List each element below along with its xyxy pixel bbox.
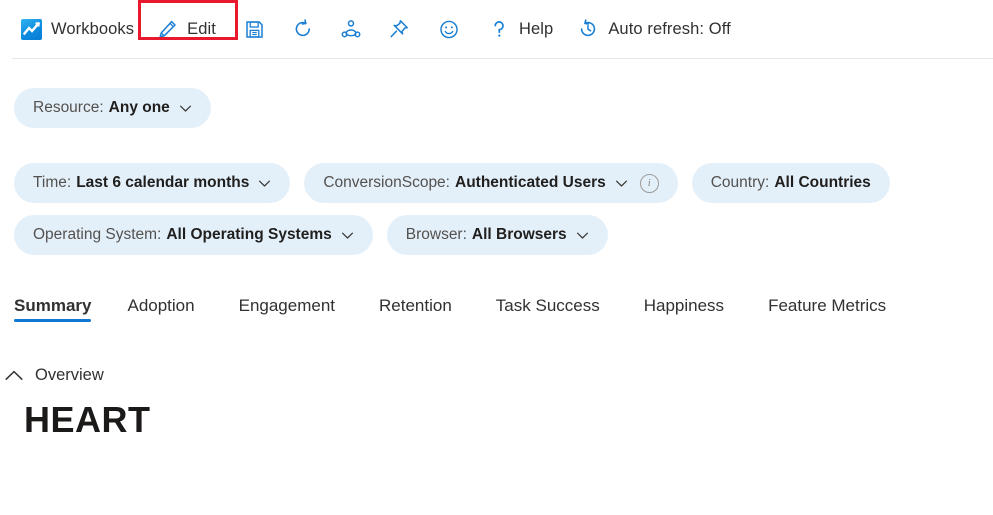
filter-row-3: Operating System: All Operating Systems … bbox=[14, 215, 993, 255]
edit-label: Edit bbox=[187, 20, 216, 39]
info-icon[interactable]: i bbox=[640, 174, 659, 193]
filter-row-2: Time: Last 6 calendar months ConversionS… bbox=[14, 163, 993, 203]
tab-task-success-label: Task Success bbox=[496, 296, 600, 315]
help-label: Help bbox=[519, 20, 553, 39]
filter-pill-country[interactable]: Country: All Countries bbox=[692, 163, 890, 203]
chevron-up-icon bbox=[4, 369, 24, 383]
pin-icon bbox=[388, 18, 410, 40]
filter-pill-country-label: Country: bbox=[711, 174, 770, 192]
save-button[interactable] bbox=[236, 12, 274, 46]
chevron-down-icon bbox=[576, 229, 589, 242]
filter-pill-operating-system-value: All Operating Systems bbox=[166, 226, 331, 244]
workbooks-logo-icon bbox=[20, 18, 42, 40]
tab-retention[interactable]: Retention bbox=[379, 296, 474, 329]
feedback-button[interactable] bbox=[430, 12, 468, 46]
auto-refresh-button[interactable]: Auto refresh: Off bbox=[569, 12, 738, 46]
filter-row-1: Resource: Any one bbox=[14, 88, 993, 128]
page-title: HEART bbox=[4, 399, 993, 441]
tab-summary[interactable]: Summary bbox=[14, 296, 91, 329]
edit-button[interactable]: Edit bbox=[148, 12, 224, 46]
filter-pill-operating-system[interactable]: Operating System: All Operating Systems bbox=[14, 215, 373, 255]
chevron-down-icon bbox=[258, 177, 271, 190]
filter-pill-time-label: Time: bbox=[33, 174, 71, 192]
overview-section-title: Overview bbox=[35, 366, 104, 385]
filter-pill-conversionscope-value: Authenticated Users bbox=[455, 174, 606, 192]
tab-adoption-label: Adoption bbox=[127, 296, 194, 315]
filter-pill-browser[interactable]: Browser: All Browsers bbox=[387, 215, 608, 255]
tab-retention-label: Retention bbox=[379, 296, 452, 315]
edit-button-wrapper: Edit bbox=[148, 12, 224, 46]
tab-feature-metrics[interactable]: Feature Metrics bbox=[768, 296, 908, 329]
tab-bar: Summary Adoption Engagement Retention Ta… bbox=[0, 296, 993, 329]
filter-pill-country-value: All Countries bbox=[774, 174, 870, 192]
pin-button[interactable] bbox=[380, 12, 418, 46]
share-button[interactable] bbox=[332, 12, 370, 46]
tab-feature-metrics-label: Feature Metrics bbox=[768, 296, 886, 315]
filter-pill-resource-value: Any one bbox=[109, 99, 170, 117]
tab-adoption[interactable]: Adoption bbox=[127, 296, 216, 329]
filter-pill-resource[interactable]: Resource: Any one bbox=[14, 88, 211, 128]
tab-happiness-label: Happiness bbox=[644, 296, 724, 315]
refresh-icon bbox=[292, 18, 314, 40]
question-mark-icon bbox=[488, 18, 510, 40]
filter-pill-browser-label: Browser: bbox=[406, 226, 467, 244]
filter-pill-conversionscope-label: ConversionScope: bbox=[323, 174, 450, 192]
clock-history-icon bbox=[577, 18, 599, 40]
filter-pill-time[interactable]: Time: Last 6 calendar months bbox=[14, 163, 290, 203]
chevron-down-icon bbox=[341, 229, 354, 242]
tab-happiness[interactable]: Happiness bbox=[644, 296, 746, 329]
help-button[interactable]: Help bbox=[480, 12, 561, 46]
save-disk-icon bbox=[244, 18, 266, 40]
tab-summary-label: Summary bbox=[14, 296, 91, 315]
filter-pill-resource-label: Resource: bbox=[33, 99, 104, 117]
filter-pill-time-value: Last 6 calendar months bbox=[76, 174, 249, 192]
share-nodes-icon bbox=[340, 18, 362, 40]
tab-active-underline bbox=[14, 319, 91, 322]
pencil-icon bbox=[156, 18, 178, 40]
overview-section: Overview HEART bbox=[0, 366, 993, 441]
filter-pill-operating-system-label: Operating System: bbox=[33, 226, 161, 244]
top-toolbar: Workbooks Edit bbox=[0, 0, 993, 58]
tab-engagement[interactable]: Engagement bbox=[239, 296, 357, 329]
workbooks-home-button[interactable]: Workbooks bbox=[12, 12, 142, 46]
workbooks-label: Workbooks bbox=[51, 20, 134, 39]
tab-task-success[interactable]: Task Success bbox=[496, 296, 622, 329]
filter-pill-browser-value: All Browsers bbox=[472, 226, 567, 244]
filters-area: Resource: Any one Time: Last 6 calendar … bbox=[0, 58, 993, 255]
chevron-down-icon bbox=[615, 177, 628, 190]
tab-engagement-label: Engagement bbox=[239, 296, 335, 315]
smiley-face-icon bbox=[438, 18, 460, 40]
auto-refresh-label: Auto refresh: Off bbox=[608, 20, 730, 39]
overview-section-header[interactable]: Overview bbox=[4, 366, 993, 385]
refresh-button[interactable] bbox=[284, 12, 322, 46]
filter-pill-conversionscope[interactable]: ConversionScope: Authenticated Users i bbox=[304, 163, 677, 203]
toolbar-divider bbox=[12, 58, 993, 59]
chevron-down-icon bbox=[179, 102, 192, 115]
